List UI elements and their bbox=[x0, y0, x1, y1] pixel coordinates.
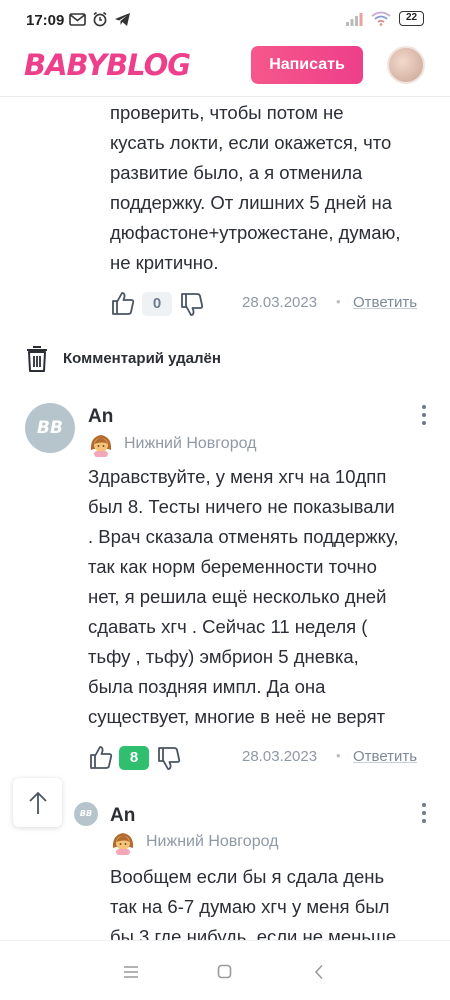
comment-line: тьфу , тьфу) эмбрион 5 дневка, bbox=[88, 646, 359, 667]
separator-dot: • bbox=[336, 748, 341, 763]
trash-icon bbox=[27, 346, 47, 372]
comment-line: дюфастоне+утрожестане, думаю, bbox=[110, 222, 401, 243]
more-options-icon[interactable] bbox=[420, 405, 428, 427]
comment-line: так как норм беременности точно bbox=[88, 556, 377, 577]
scroll-to-top-button[interactable] bbox=[13, 778, 62, 827]
comment-text: Здравствуйте, у меня хгч на 10дпп был 8.… bbox=[88, 462, 399, 732]
top-comment-actions: 0 28.03.2023 • Ответить bbox=[110, 290, 425, 320]
write-button[interactable]: Написать bbox=[251, 46, 363, 84]
likes-count: 8 bbox=[119, 746, 149, 770]
comment-line: проверить, чтобы потом не bbox=[110, 102, 344, 123]
gmail-icon bbox=[69, 12, 86, 26]
back-icon[interactable] bbox=[313, 964, 325, 980]
battery-indicator: 22 bbox=[399, 11, 424, 26]
more-options-icon[interactable] bbox=[420, 803, 428, 825]
thumbs-down-icon[interactable] bbox=[156, 746, 182, 772]
comment-line: так на 6-7 думаю хгч у меня был bbox=[110, 896, 390, 917]
comment-date: 28.03.2023 bbox=[242, 294, 318, 311]
author-name[interactable]: An bbox=[88, 406, 113, 428]
status-bar: 17:09 22 bbox=[0, 0, 450, 40]
site-header: BABYBLOG Написать bbox=[0, 40, 450, 97]
telegram-icon bbox=[115, 12, 130, 26]
user-avatar[interactable] bbox=[387, 46, 425, 84]
comment-line: существует, многие в неё не верят bbox=[88, 706, 386, 727]
girl-emoji-icon bbox=[112, 833, 134, 855]
reply-link[interactable]: Ответить bbox=[353, 748, 417, 765]
status-time: 17:09 bbox=[26, 12, 65, 29]
author-location: Нижний Новгород bbox=[88, 432, 288, 457]
thumbs-up-icon[interactable] bbox=[88, 744, 114, 770]
reply-link[interactable]: Ответить bbox=[353, 294, 417, 311]
menu-icon[interactable] bbox=[123, 965, 139, 979]
city-name: Нижний Новгород bbox=[124, 435, 257, 452]
girl-emoji-icon bbox=[90, 435, 112, 457]
avatar[interactable]: BB bbox=[74, 802, 98, 826]
comment-actions: 8 28.03.2023 • Ответить bbox=[88, 744, 425, 774]
alarm-icon bbox=[93, 11, 107, 27]
comment-line: не критично. bbox=[110, 252, 219, 273]
comment-line: нет, я решила ещё несколько дней bbox=[88, 586, 387, 607]
top-comment-text: проверить, чтобы потом не кусать локти, … bbox=[110, 98, 401, 278]
comment-line: развитие было, а я отменила bbox=[110, 162, 363, 183]
thumbs-up-icon[interactable] bbox=[110, 290, 136, 316]
signal-icon bbox=[346, 12, 363, 26]
system-nav-bar bbox=[0, 940, 450, 1000]
comment-line: Вообщем если бы я сдала день bbox=[110, 866, 385, 887]
wifi-icon bbox=[371, 11, 391, 26]
separator-dot: • bbox=[336, 294, 341, 309]
comment-line: . Врач сказала отменять поддержку, bbox=[88, 526, 399, 547]
comment-line: была поздняя импл. Да она bbox=[88, 676, 326, 697]
avatar[interactable]: BB bbox=[25, 403, 75, 453]
arrow-up-icon bbox=[29, 791, 47, 814]
comment-line: кусать локти, если окажется, что bbox=[110, 132, 392, 153]
comment-line: сдавать хгч . Сейчас 11 неделя ( bbox=[88, 616, 368, 637]
comment-line: Здравствуйте, у меня хгч на 10дпп bbox=[88, 466, 387, 487]
home-icon[interactable] bbox=[217, 964, 232, 979]
author-location: Нижний Новгород bbox=[110, 830, 310, 855]
comment-line: поддержку. От лишних 5 дней на bbox=[110, 192, 393, 213]
comment-line: бы 3 где нибудь, если не меньше bbox=[110, 926, 397, 940]
thumbs-down-icon[interactable] bbox=[179, 292, 205, 318]
deleted-comment-label: Комментарий удалён bbox=[63, 350, 221, 367]
babyblog-logo[interactable]: BABYBLOG bbox=[24, 48, 191, 82]
comment-date: 28.03.2023 bbox=[242, 748, 318, 765]
comment-line: был 8. Тесты ничего не показывали bbox=[88, 496, 395, 517]
likes-count: 0 bbox=[142, 292, 172, 316]
author-name[interactable]: An bbox=[110, 805, 135, 827]
city-name: Нижний Новгород bbox=[146, 833, 279, 850]
comment-text: Вообщем если бы я сдала день так на 6-7 … bbox=[110, 862, 396, 940]
